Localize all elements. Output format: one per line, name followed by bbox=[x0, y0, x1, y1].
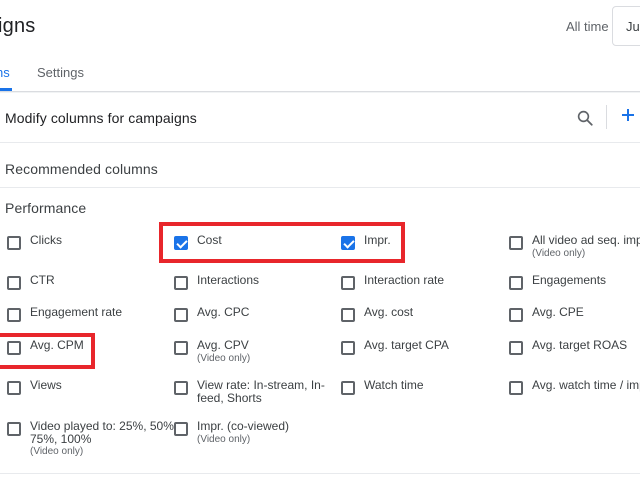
checkbox[interactable] bbox=[7, 276, 21, 290]
option-label: CTR bbox=[30, 273, 55, 287]
option-label: Interaction rate bbox=[364, 273, 445, 287]
recommended-columns-heading[interactable]: Recommended columns bbox=[5, 161, 158, 177]
page-title: igns bbox=[0, 15, 36, 37]
checkbox[interactable] bbox=[174, 341, 188, 355]
option-label: Clicks bbox=[30, 233, 62, 247]
date-range-label: All time bbox=[566, 19, 609, 34]
option-label: Watch time bbox=[364, 378, 424, 392]
top-bar: igns All time Jul ns Settings bbox=[0, 0, 640, 92]
option-label: Interactions bbox=[197, 273, 260, 287]
divider bbox=[0, 473, 640, 474]
option-label: All video ad seq. impr bbox=[532, 233, 640, 247]
date-range-button[interactable]: Jul bbox=[612, 6, 640, 46]
performance-heading: Performance bbox=[5, 200, 87, 216]
option-sublabel: (Video only) bbox=[532, 248, 586, 259]
checkbox[interactable] bbox=[341, 341, 355, 355]
checkbox[interactable] bbox=[174, 422, 188, 436]
tab-columns[interactable]: ns bbox=[0, 65, 10, 80]
option-label-line2: feed, Shorts bbox=[197, 391, 262, 405]
tab-settings[interactable]: Settings bbox=[37, 65, 84, 80]
option-label-line2: 75%, 100% bbox=[30, 432, 92, 446]
option-label: Impr. (co-viewed) bbox=[197, 419, 290, 433]
annotation-highlight-cost-impr bbox=[159, 222, 405, 263]
option-label: Avg. target CPA bbox=[364, 338, 449, 352]
checkbox[interactable] bbox=[174, 381, 188, 395]
option-label: Engagements bbox=[532, 273, 607, 287]
checkbox[interactable] bbox=[341, 381, 355, 395]
divider bbox=[0, 142, 640, 143]
checkbox[interactable] bbox=[341, 276, 355, 290]
checkbox[interactable] bbox=[509, 341, 523, 355]
option-sublabel: (Video only) bbox=[30, 446, 84, 457]
option-label: Avg. CPV bbox=[197, 338, 249, 352]
option-label: Avg. CPE bbox=[532, 305, 584, 319]
checkbox[interactable] bbox=[7, 236, 21, 250]
option-label: Avg. cost bbox=[364, 305, 414, 319]
divider bbox=[0, 187, 640, 188]
add-icon[interactable] bbox=[620, 107, 636, 123]
option-label: Engagement rate bbox=[30, 305, 123, 319]
panel-title: Modify columns for campaigns bbox=[5, 110, 197, 126]
option-sublabel: (Video only) bbox=[197, 353, 251, 364]
checkbox[interactable] bbox=[7, 422, 21, 436]
checkbox[interactable] bbox=[174, 308, 188, 322]
checkbox[interactable] bbox=[341, 308, 355, 322]
checkbox[interactable] bbox=[509, 276, 523, 290]
checkbox[interactable] bbox=[509, 308, 523, 322]
toolbar-divider bbox=[606, 105, 607, 129]
checkbox[interactable] bbox=[509, 236, 523, 250]
active-tab-indicator bbox=[0, 88, 12, 91]
annotation-highlight-avg-cpm bbox=[0, 333, 95, 369]
search-icon[interactable] bbox=[576, 109, 594, 127]
option-label: Avg. CPC bbox=[197, 305, 250, 319]
checkbox[interactable] bbox=[7, 308, 21, 322]
modify-columns-panel: Modify columns for campaigns Recommended… bbox=[0, 93, 640, 480]
checkbox[interactable] bbox=[7, 381, 21, 395]
checkbox[interactable] bbox=[509, 381, 523, 395]
option-sublabel: (Video only) bbox=[197, 434, 251, 445]
option-label: Avg. watch time / impr bbox=[532, 378, 640, 392]
option-label: Views bbox=[30, 378, 62, 392]
checkbox[interactable] bbox=[174, 276, 188, 290]
option-label: Avg. target ROAS bbox=[532, 338, 628, 352]
